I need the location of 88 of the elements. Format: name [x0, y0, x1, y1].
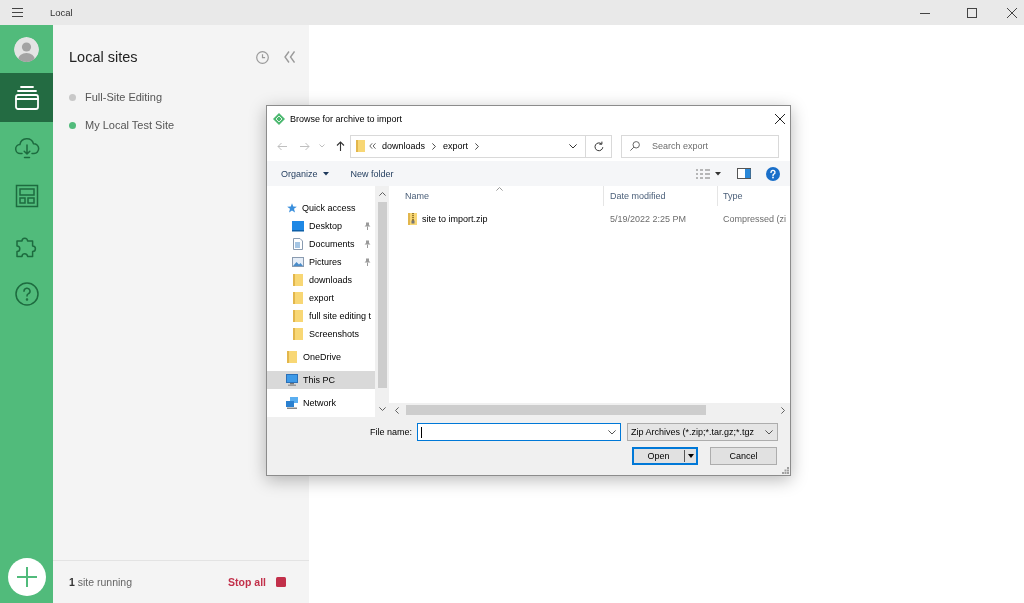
nav-item[interactable]: Documents — [267, 235, 375, 253]
diamond-icon — [273, 112, 285, 125]
folder-icon — [293, 328, 303, 340]
folder-icon — [293, 310, 303, 322]
sidebar-nav-button[interactable] — [0, 73, 53, 122]
star-icon — [287, 203, 297, 213]
scrollbar[interactable] — [389, 403, 790, 417]
stop-all-button[interactable]: Stop all — [228, 576, 286, 588]
picture-icon — [292, 256, 304, 268]
caret-icon[interactable] — [715, 171, 721, 176]
double-chevron-left-icon[interactable] — [284, 51, 295, 63]
file-name-field[interactable] — [417, 423, 621, 441]
breadcrumb-item[interactable]: export — [443, 141, 469, 151]
resize-grip-icon[interactable] — [782, 467, 789, 474]
search-icon — [630, 140, 640, 151]
organize-button[interactable]: Organize — [281, 163, 329, 184]
nav-item[interactable]: Pictures — [267, 253, 375, 271]
stop-icon — [276, 577, 286, 587]
sort-caret-icon — [496, 187, 503, 191]
site-item[interactable]: Full-Site Editing — [69, 83, 163, 111]
file-name-label: File name: — [369, 427, 412, 437]
pin-icon — [364, 240, 371, 248]
column-header[interactable]: Name — [397, 186, 604, 206]
scrollbar-thumb[interactable] — [406, 405, 706, 415]
close-icon[interactable] — [775, 113, 785, 124]
network-icon — [286, 397, 298, 409]
scrollbar[interactable] — [375, 186, 389, 417]
caret-icon[interactable] — [688, 454, 694, 458]
close-icon[interactable] — [1007, 7, 1017, 18]
refresh-icon — [593, 140, 604, 152]
browser-window-icon — [13, 84, 40, 111]
new-folder-button[interactable]: New folder — [350, 163, 394, 184]
search-field[interactable]: Search export — [621, 134, 779, 158]
type-cell-text: Compressed (zi — [722, 213, 787, 224]
document-icon — [292, 238, 304, 250]
nav-item[interactable]: downloads — [267, 271, 375, 289]
scroll-right-icon[interactable] — [781, 406, 785, 414]
window-title: Local — [50, 7, 73, 18]
menu-icon[interactable] — [12, 8, 23, 17]
panel-title: Local sites — [69, 49, 138, 65]
maximize-icon[interactable] — [967, 7, 977, 18]
clock-icon[interactable] — [256, 50, 269, 64]
folder-icon — [287, 351, 297, 363]
site-item[interactable]: My Local Test Site — [69, 111, 175, 139]
breadcrumb-item[interactable]: downloads — [382, 141, 426, 151]
column-header[interactable]: Type — [718, 186, 790, 206]
pin-icon — [364, 222, 371, 230]
scroll-left-icon[interactable] — [395, 406, 399, 414]
date-cell-text: 5/19/2022 2:25 PM — [609, 213, 688, 224]
scrollbar-thumb[interactable] — [377, 202, 387, 388]
preview-pane-icon[interactable] — [737, 168, 751, 179]
computer-icon — [286, 374, 298, 386]
address-bar[interactable]: downloads export — [350, 134, 612, 158]
caret-icon — [322, 171, 329, 176]
column-header[interactable]: Date modified — [604, 186, 718, 206]
folder-icon — [356, 140, 365, 152]
nav-item[interactable]: OneDrive — [267, 348, 375, 366]
scroll-down-icon[interactable] — [378, 407, 386, 411]
status-text: 1 site running — [69, 576, 133, 588]
dialog-title: Browse for archive to import — [290, 113, 403, 124]
folder-icon — [293, 274, 303, 286]
layout-icon — [13, 182, 40, 209]
nav-item[interactable]: Network — [267, 394, 375, 412]
help-icon — [13, 280, 40, 307]
nav-item[interactable]: Quick access — [267, 199, 375, 217]
desktop-icon — [292, 220, 304, 232]
chevron-down-icon — [765, 429, 773, 435]
cancel-button[interactable]: Cancel — [710, 447, 777, 465]
double-chevron-left-icon[interactable] — [369, 143, 376, 149]
nav-item[interactable]: Screenshots — [267, 325, 375, 343]
nav-item[interactable]: export — [267, 289, 375, 307]
nav-item[interactable]: This PC — [267, 371, 375, 389]
chevron-right-icon[interactable] — [432, 142, 437, 150]
file-name[interactable]: site to import.zip — [422, 213, 488, 224]
chevron-down-icon[interactable] — [569, 143, 577, 149]
folder-icon — [293, 292, 303, 304]
nav-item[interactable]: full site editing t — [267, 307, 375, 325]
open-button[interactable]: Open — [632, 447, 698, 465]
text-cursor-icon — [421, 426, 422, 438]
file-type-select[interactable]: Zip Archives (*.zip;*.tar.gz;*.tgz — [627, 423, 778, 441]
zip-file-icon — [408, 212, 417, 225]
chevron-down-icon[interactable] — [608, 429, 616, 435]
help-icon[interactable] — [766, 166, 780, 181]
up-arrow-icon[interactable] — [336, 141, 345, 151]
nav-item[interactable]: Desktop — [267, 217, 375, 235]
scroll-up-icon[interactable] — [378, 192, 386, 196]
pin-icon — [364, 258, 371, 266]
chevron-right-icon[interactable] — [475, 142, 480, 150]
